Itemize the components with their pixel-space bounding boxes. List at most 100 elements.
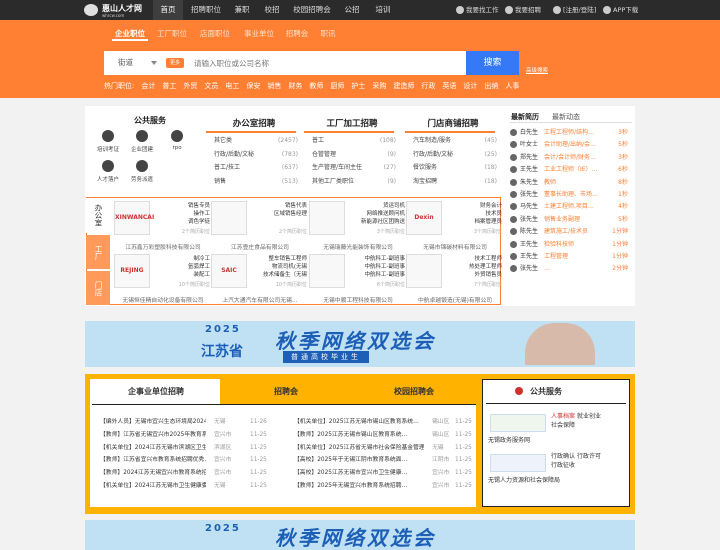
resume-position[interactable]: … <box>544 263 606 275</box>
hot-job-link[interactable]: 电工 <box>225 82 239 90</box>
category-name[interactable]: 行政/后勤/文秘 <box>413 151 453 158</box>
search-input[interactable] <box>194 51 460 75</box>
tab-factory-co[interactable]: 工厂 <box>86 235 110 269</box>
tab-store[interactable]: 店面职位 <box>196 27 234 41</box>
category-name[interactable]: 行政/后勤/文秘 <box>214 151 254 158</box>
notice-title[interactable]: 【编外人员】无锡市宜兴生态环境局2024年公… <box>100 416 206 428</box>
login-link[interactable]: [注册/登陆] <box>553 0 596 20</box>
hot-job-link[interactable]: 会计 <box>141 82 155 90</box>
hrss-name[interactable]: 无锡人力资源和社会保障局 <box>488 475 560 484</box>
company-card[interactable]: 货运司机 网络推送顾问机 新能源社区团购送 3个简历职位 无锡瑞藤光能装饰有限公司 <box>309 201 407 253</box>
category-name[interactable]: 其它类 <box>214 137 232 144</box>
advanced-search-link[interactable]: 高级搜索 <box>526 66 548 74</box>
category-name[interactable]: 普工/技工 <box>214 164 240 171</box>
category-row[interactable]: 其他工厂类职位 (9) <box>312 175 396 188</box>
category-row[interactable]: 行政/后勤/文秘 (783) <box>214 148 298 161</box>
hot-job-link[interactable]: 文员 <box>204 82 218 90</box>
category-name[interactable]: 普工 <box>312 137 324 144</box>
notice-title[interactable]: 【教师】2024江苏无锡宜兴市教育系统招聘… <box>100 467 206 479</box>
gov-service-items[interactable]: 人事档案 就业创业 社会保障 <box>551 412 627 430</box>
resume-position[interactable]: 董事长助理、市场… <box>544 189 606 201</box>
notice-title[interactable]: 【机关单位】2024江苏无锡市滨湖区卫生健康… <box>100 442 206 454</box>
nav-jobs[interactable]: 招聘职位 <box>187 0 225 20</box>
category-row[interactable]: 普工 (108) <box>312 134 396 147</box>
tab-campus-fair[interactable]: 校园招聘会 <box>352 380 476 404</box>
tab-institution-recruit[interactable]: 企事业单位招聘 <box>92 380 220 404</box>
company-logo[interactable] <box>309 254 345 288</box>
category-row[interactable]: 其它类 (2457) <box>214 134 298 147</box>
hot-job-link[interactable]: 普工 <box>162 82 176 90</box>
category-name[interactable]: 汽车制造/服务 <box>413 137 451 144</box>
hot-job-link[interactable]: 出纳 <box>484 82 498 90</box>
company-card[interactable]: REJING 制冷工 氩弧焊工 装配工 10个简历职位 无锡恒佳精自动化设备有限公司 <box>114 254 212 306</box>
company-logo[interactable]: Dexin <box>406 201 442 235</box>
notice-row[interactable]: 【教师】2024江苏无锡宜兴市教育系统招聘… 宜兴市 11-25 <box>100 467 272 479</box>
company-positions[interactable]: 中航科工-副班事 中航科工-副班事 中航科工-副班事 <box>347 255 406 279</box>
category-row[interactable]: 淘宝招聘 (18) <box>413 175 497 188</box>
app-download-link[interactable]: APP下载 <box>603 0 638 20</box>
notice-row[interactable]: 【高校】2025江苏无锡市宜兴市卫生健康… 宜兴市 11-25 <box>294 467 477 479</box>
gov-service-logo[interactable] <box>490 414 546 432</box>
resume-position[interactable]: 教师 <box>544 177 606 189</box>
hrss-items[interactable]: 行政确认 行政许可 行政征收 <box>551 452 627 470</box>
tab-institution[interactable]: 事业单位 <box>241 27 277 41</box>
resume-row[interactable]: 张先生 销售业务副理 5秒 <box>510 214 632 226</box>
notice-title[interactable]: 【高校】2025年于无锡江阴市教育系统面… <box>294 454 424 466</box>
tab-enterprise[interactable]: 企业职位 <box>112 27 148 41</box>
notice-title[interactable]: 【教师】2025年无锡宜兴市教育系统招聘… <box>294 480 424 492</box>
nav-training[interactable]: 培训 <box>369 0 397 20</box>
notice-title[interactable]: 【机关单位】2025江苏无锡市锡山区教育系统… <box>294 416 424 428</box>
company-logo[interactable] <box>211 201 247 235</box>
category-name[interactable]: 生产管理/车间主任 <box>312 164 362 171</box>
resume-position[interactable]: 检验科技师 <box>544 239 606 251</box>
notice-row[interactable]: 【教师】江苏省无锡宜兴市2025年教育系… 宜兴市 11-25 <box>100 429 272 441</box>
tab-job-fair[interactable]: 招聘会 <box>284 27 310 41</box>
company-card[interactable]: 销售代表 区域销售经理 2个简历职位 江苏壹庄食品有限公司 <box>211 201 309 253</box>
company-logo[interactable] <box>406 254 442 288</box>
resume-position[interactable]: 建筑施工/技术员 <box>544 226 606 238</box>
category-row[interactable]: 行政/后勤/文秘 (25) <box>413 148 497 161</box>
hot-job-link[interactable]: 销售 <box>267 82 281 90</box>
district-select[interactable]: 街道 <box>118 51 133 75</box>
company-card[interactable]: SAIC 整车销售工程师 物流司机(无锡 技术储备生（无锡 10个简历职位 上汽大通汽… <box>211 254 309 306</box>
notice-row[interactable]: 【教师】2025年无锡宜兴市教育系统招聘… 宜兴市 11-25 <box>294 480 477 492</box>
post-job-link[interactable]: 我要招聘 <box>505 0 541 20</box>
nav-campus[interactable]: 校招 <box>259 0 285 20</box>
autumn-fair-banner[interactable]: 2025 江苏省 秋季网络双选会 普通高校毕业生 <box>85 321 635 367</box>
company-card[interactable]: XINWANCAI 销售专员 操作工 调色学徒 2个简历职位 江苏鑫万彩塑胶科技有限公… <box>114 201 212 253</box>
resume-position[interactable]: 会计/会计师/财务… <box>544 152 606 164</box>
notice-row[interactable]: 【机关单位】2024江苏无锡市卫生健康委直属… 无锡 11-25 <box>100 480 272 492</box>
resume-position[interactable]: 会计助理/出纳/会… <box>544 139 606 151</box>
company-name[interactable]: 无锡恒佳精自动化设备有限公司 <box>114 295 212 304</box>
notice-row[interactable]: 【编外人员】无锡市宜兴生态环境局2024年公… 无锡 11-26 <box>100 416 272 428</box>
notice-title[interactable]: 【机关单位】2025江苏省无锡市社会保险基金管理… <box>294 442 424 454</box>
service-rpo[interactable]: rpo <box>159 130 195 151</box>
autumn-fair-banner-2[interactable]: 2025 秋季网络双选会 <box>85 520 635 550</box>
category-name[interactable]: 仓管管理 <box>312 151 336 158</box>
company-positions[interactable]: 制冷工 氩弧焊工 装配工 <box>152 255 210 279</box>
hot-job-link[interactable]: 英语 <box>442 82 456 90</box>
hrss-logo[interactable] <box>490 454 546 472</box>
notice-row[interactable]: 【高校】2025年于无锡江阴市教育系统面… 江阴市 11-25 <box>294 454 477 466</box>
column-title[interactable]: 门店商铺招聘 <box>405 117 501 129</box>
service-dispatch[interactable]: 劳务派遣 <box>124 160 160 183</box>
tab-news[interactable]: 职讯 <box>317 27 339 41</box>
company-name[interactable]: 江苏壹庄食品有限公司 <box>211 242 309 251</box>
notice-row[interactable]: 【机关单位】2024江苏无锡市滨湖区卫生健康… 滨湖区 11-25 <box>100 442 272 454</box>
notice-row[interactable]: 【机关单位】2025江苏无锡市锡山区教育系统… 锡山区 11-25 <box>294 416 477 428</box>
resume-row[interactable]: 朱先生 教师 8秒 <box>510 177 632 189</box>
company-positions[interactable]: 技术工程师 热处理工程师 外贸销售员 <box>444 255 502 279</box>
resume-row[interactable]: 叶女士 会计助理/出纳/会… 5秒 <box>510 139 632 151</box>
company-positions[interactable]: 货运司机 网络推送顾问机 新能源社区团购送 <box>347 202 405 226</box>
hot-job-link[interactable]: 护士 <box>351 82 365 90</box>
company-positions[interactable]: 销售专员 操作工 调色学徒 <box>152 202 210 226</box>
hot-job-link[interactable]: 保安 <box>246 82 260 90</box>
resume-position[interactable]: 土建工程师,项目… <box>544 201 606 213</box>
company-name[interactable]: 中航卓越锻造(无锡)有限公司 <box>406 295 504 304</box>
company-card[interactable]: 中航科工-副班事 中航科工-副班事 中航科工-副班事 6个简历职位 无锡中顺工程科技… <box>309 254 407 306</box>
nav-campus-fair[interactable]: 校园招聘会 <box>289 0 335 20</box>
notice-title[interactable]: 【教师】江苏省无锡宜兴市2025年教育系… <box>100 429 206 441</box>
resume-row[interactable]: 白先生 工程工程师/结构… 3秒 <box>510 127 632 139</box>
hot-job-link[interactable]: 教师 <box>309 82 323 90</box>
category-name[interactable]: 其他工厂类职位 <box>312 178 354 185</box>
